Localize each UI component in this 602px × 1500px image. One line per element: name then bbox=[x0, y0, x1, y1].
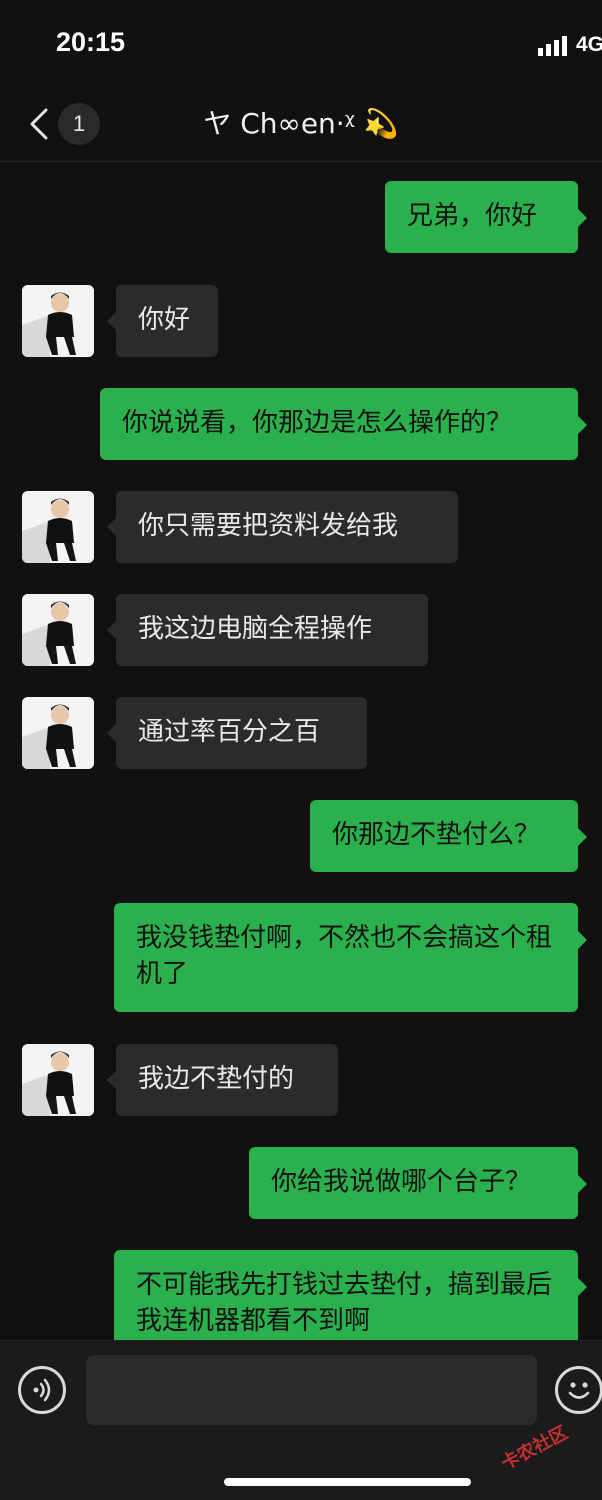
avatar[interactable] bbox=[22, 594, 94, 666]
chat-title[interactable]: ヤ Ch∞en·ᵡ 💫 bbox=[0, 104, 602, 144]
avatar-image bbox=[22, 491, 94, 563]
message-row: 你只需要把资料发给我 bbox=[0, 491, 602, 563]
received-bubble[interactable]: 我这边电脑全程操作 bbox=[116, 594, 428, 666]
bubble-tail bbox=[578, 1175, 587, 1193]
bubble-tail bbox=[107, 621, 116, 639]
home-indicator[interactable] bbox=[224, 1478, 471, 1486]
sent-bubble[interactable]: 我没钱垫付啊，不然也不会搞这个租机了 bbox=[114, 903, 578, 1012]
bubble-tail bbox=[107, 724, 116, 742]
smiley bbox=[568, 1382, 590, 1399]
bubble-tail bbox=[578, 416, 587, 434]
bubble-tail bbox=[107, 1071, 116, 1089]
input-bar bbox=[0, 1340, 602, 1500]
network-type: 4G bbox=[576, 33, 602, 56]
avatar-image bbox=[22, 594, 94, 666]
received-bubble[interactable]: 我边不垫付的 bbox=[116, 1044, 338, 1116]
status-time: 20:15 bbox=[56, 27, 126, 57]
message-row: 你给我说做哪个台子？ bbox=[0, 1147, 602, 1219]
bubble-tail bbox=[107, 312, 116, 330]
status-bar: 20:15 4G bbox=[0, 0, 602, 90]
bubble-tail bbox=[578, 1278, 587, 1296]
message-row: 你说说看，你那边是怎么操作的？ bbox=[0, 388, 602, 460]
bubble-tail bbox=[578, 931, 587, 949]
message-input[interactable] bbox=[86, 1355, 537, 1425]
message-row: 通过率百分之百 bbox=[0, 697, 602, 769]
received-bubble[interactable]: 通过率百分之百 bbox=[116, 697, 367, 769]
message-row: 我没钱垫付啊，不然也不会搞这个租机了 bbox=[0, 903, 602, 1012]
message-row: 我这边电脑全程操作 bbox=[0, 594, 602, 666]
sent-bubble[interactable]: 你那边不垫付么？ bbox=[310, 800, 578, 872]
message-row: 我边不垫付的 bbox=[0, 1044, 602, 1116]
received-bubble[interactable]: 你好 bbox=[116, 285, 218, 357]
signal-bars-icon bbox=[538, 36, 567, 56]
avatar[interactable] bbox=[22, 697, 94, 769]
sent-bubble[interactable]: 你说说看，你那边是怎么操作的？ bbox=[100, 388, 578, 460]
avatar-image bbox=[22, 697, 94, 769]
avatar-image bbox=[22, 1044, 94, 1116]
chat-header: 1 ヤ Ch∞en·ᵡ 💫 bbox=[0, 90, 602, 162]
bubble-tail bbox=[578, 828, 587, 846]
avatar[interactable] bbox=[22, 491, 94, 563]
voice-icon[interactable] bbox=[18, 1366, 66, 1414]
sent-bubble[interactable]: 兄弟，你好 bbox=[385, 181, 578, 253]
message-row: 不可能我先打钱过去垫付，搞到最后我连机器都看不到啊 bbox=[0, 1250, 602, 1340]
avatar[interactable] bbox=[22, 285, 94, 357]
avatar[interactable] bbox=[22, 1044, 94, 1116]
sent-bubble[interactable]: 不可能我先打钱过去垫付，搞到最后我连机器都看不到啊 bbox=[114, 1250, 578, 1340]
bubble-tail bbox=[578, 209, 587, 227]
message-row: 你好 bbox=[0, 285, 602, 357]
emoji-icon[interactable] bbox=[555, 1366, 602, 1414]
message-row: 兄弟，你好 bbox=[0, 181, 602, 253]
voice-waves bbox=[33, 1378, 51, 1402]
message-row: 你那边不垫付么？ bbox=[0, 800, 602, 872]
sent-bubble[interactable]: 你给我说做哪个台子？ bbox=[249, 1147, 578, 1219]
avatar-image bbox=[22, 285, 94, 357]
received-bubble[interactable]: 你只需要把资料发给我 bbox=[116, 491, 458, 563]
bubble-tail bbox=[107, 518, 116, 536]
